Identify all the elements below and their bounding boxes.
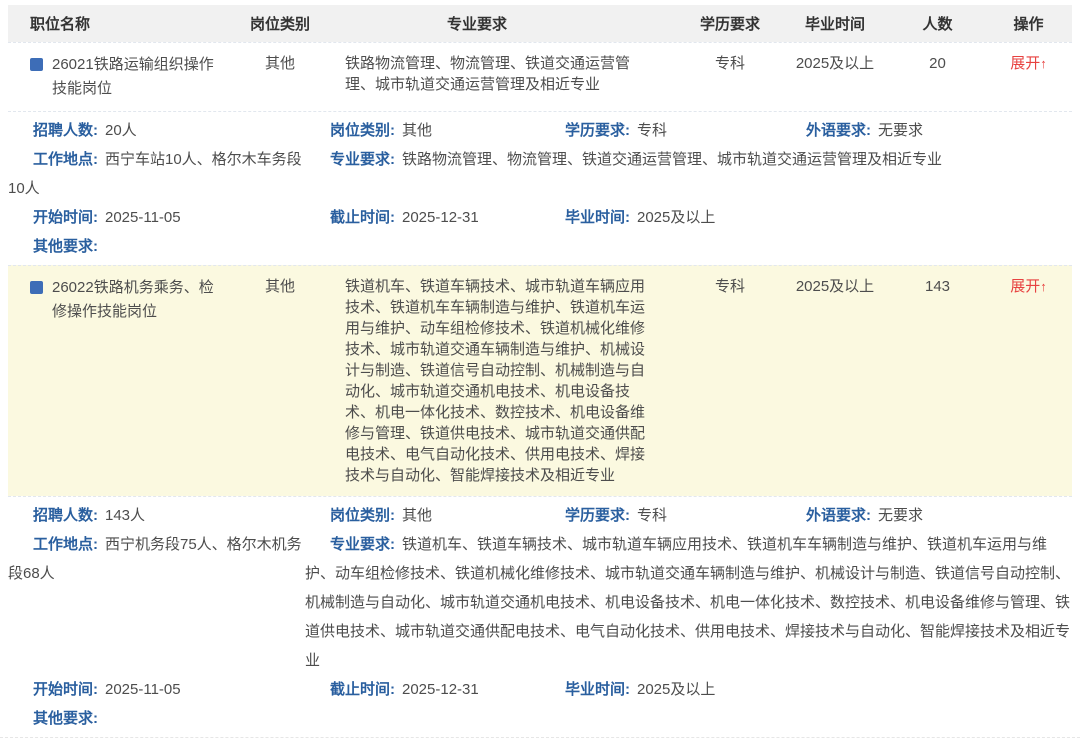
expand-link[interactable]: 展开↑ — [1010, 278, 1047, 295]
field-label: 招聘人数: — [33, 122, 98, 139]
detail-location: 工作地点:西宁车站10人、格尔木车务段10人 — [8, 145, 305, 203]
field-value: 其他 — [402, 507, 432, 524]
detail-major: 专业要求:铁道机车、铁道车辆技术、城市轨道车辆应用技术、铁道机车车辆制造与维护、… — [305, 530, 1072, 675]
detail-education: 学历要求: 专科 — [540, 501, 778, 530]
field-label: 工作地点: — [33, 151, 98, 168]
detail-foreign-lang: 外语要求: 无要求 — [778, 116, 1072, 145]
detail-start-time: 开始时间: 2025-11-05 — [8, 675, 305, 704]
field-value: 无要求 — [878, 122, 923, 139]
detail-location: 工作地点:西宁机务段75人、格尔木机务段68人 — [8, 530, 305, 588]
expand-arrow-icon: ↑ — [1040, 56, 1047, 71]
field-value: 2025及以上 — [637, 681, 715, 698]
field-value: 143人 — [105, 507, 145, 524]
field-label: 毕业时间: — [565, 681, 630, 698]
field-value: 2025-11-05 — [105, 681, 181, 698]
detail-end-time: 截止时间: 2025-12-31 — [305, 203, 540, 232]
field-value: 2025-12-31 — [402, 681, 479, 698]
job-title: 26022铁路机务乘务、检修操作技能岗位 — [52, 276, 222, 324]
job-category: 其他 — [230, 276, 330, 298]
job-title-cell: 26021铁路运输组织操作技能岗位 — [8, 53, 230, 101]
detail-recruit-count: 招聘人数: 20人 — [8, 116, 305, 145]
field-label: 学历要求: — [565, 507, 630, 524]
field-label: 开始时间: — [33, 681, 98, 698]
col-header-job-title: 职位名称 — [8, 13, 230, 34]
field-label: 学历要求: — [565, 122, 630, 139]
row-checkbox[interactable] — [30, 281, 43, 294]
field-label: 截止时间: — [330, 681, 395, 698]
job-headcount: 143 — [890, 276, 985, 298]
field-label: 招聘人数: — [33, 507, 98, 524]
field-label: 工作地点: — [33, 536, 98, 553]
field-value: 2025-12-31 — [402, 209, 479, 226]
field-label: 外语要求: — [806, 122, 871, 139]
col-header-headcount: 人数 — [890, 13, 985, 34]
detail-start-time: 开始时间: 2025-11-05 — [8, 203, 305, 232]
field-label: 专业要求: — [330, 151, 395, 168]
field-label: 开始时间: — [33, 209, 98, 226]
detail-major: 专业要求: 铁路物流管理、物流管理、铁道交通运营管理、城市轨道交通运营管理及相近专… — [305, 145, 1072, 174]
expand-label: 展开 — [1010, 55, 1040, 72]
field-value: 专科 — [637, 122, 667, 139]
job-category: 其他 — [230, 53, 330, 75]
row-checkbox[interactable] — [30, 58, 43, 71]
field-label: 外语要求: — [806, 507, 871, 524]
job-education: 专科 — [680, 276, 780, 298]
job-major: 铁路物流管理、物流管理、铁道交通运营管理、城市轨道交通运营管理及相近专业 — [330, 53, 680, 95]
job-grad-time: 2025及以上 — [780, 276, 890, 298]
job-listing: 26022铁路机务乘务、检修操作技能岗位 其他 铁道机车、铁道车辆技术、城市轨道… — [8, 265, 1072, 737]
field-value: 其他 — [402, 122, 432, 139]
job-major: 铁道机车、铁道车辆技术、城市轨道车辆应用技术、铁道机车车辆制造与维护、铁道机车运… — [330, 276, 680, 486]
expand-label: 展开 — [1010, 278, 1040, 295]
col-header-grad-time: 毕业时间 — [780, 13, 890, 34]
field-label: 毕业时间: — [565, 209, 630, 226]
job-table: 职位名称 岗位类别 专业要求 学历要求 毕业时间 人数 操作 26021铁路运输… — [0, 0, 1080, 738]
job-detail-panel: 招聘人数: 20人 岗位类别: 其他 学历要求: 专科 外语要求: 无要求 工作地点:西… — [8, 111, 1072, 265]
field-value: 2025-11-05 — [105, 209, 181, 226]
field-label: 岗位类别: — [330, 122, 395, 139]
table-header-row: 职位名称 岗位类别 专业要求 学历要求 毕业时间 人数 操作 — [8, 5, 1072, 42]
detail-grad-time: 毕业时间: 2025及以上 — [540, 675, 778, 704]
detail-foreign-lang: 外语要求: 无要求 — [778, 501, 1072, 530]
job-detail-panel: 招聘人数: 143人 岗位类别: 其他 学历要求: 专科 外语要求: 无要求 工作地点:… — [8, 496, 1072, 737]
job-headcount: 20 — [890, 53, 985, 75]
job-title: 26021铁路运输组织操作技能岗位 — [52, 53, 222, 101]
detail-category: 岗位类别: 其他 — [305, 116, 540, 145]
job-grad-time: 2025及以上 — [780, 53, 890, 75]
detail-other: 其他要求: — [8, 704, 305, 733]
job-title-cell: 26022铁路机务乘务、检修操作技能岗位 — [8, 276, 230, 324]
field-label: 专业要求: — [330, 536, 395, 553]
field-label: 截止时间: — [330, 209, 395, 226]
job-listing: 26021铁路运输组织操作技能岗位 其他 铁路物流管理、物流管理、铁道交通运营管… — [8, 42, 1072, 265]
field-label: 其他要求: — [33, 238, 98, 255]
detail-grad-time: 毕业时间: 2025及以上 — [540, 203, 778, 232]
job-education: 专科 — [680, 53, 780, 75]
detail-education: 学历要求: 专科 — [540, 116, 778, 145]
field-label: 其他要求: — [33, 710, 98, 727]
col-header-action: 操作 — [985, 13, 1072, 34]
field-value: 20人 — [105, 122, 137, 139]
col-header-education: 学历要求 — [680, 13, 780, 34]
detail-end-time: 截止时间: 2025-12-31 — [305, 675, 540, 704]
field-value: 2025及以上 — [637, 209, 715, 226]
detail-category: 岗位类别: 其他 — [305, 501, 540, 530]
expand-link[interactable]: 展开↑ — [1010, 55, 1047, 72]
detail-other: 其他要求: — [8, 232, 305, 261]
expand-arrow-icon: ↑ — [1040, 279, 1047, 294]
col-header-category: 岗位类别 — [230, 13, 330, 34]
job-row[interactable]: 26021铁路运输组织操作技能岗位 其他 铁路物流管理、物流管理、铁道交通运营管… — [8, 42, 1072, 111]
col-header-major: 专业要求 — [330, 13, 680, 34]
field-label: 岗位类别: — [330, 507, 395, 524]
field-value: 无要求 — [878, 507, 923, 524]
field-value: 铁道机车、铁道车辆技术、城市轨道车辆应用技术、铁道机车车辆制造与维护、铁道机车运… — [305, 536, 1070, 669]
job-row[interactable]: 26022铁路机务乘务、检修操作技能岗位 其他 铁道机车、铁道车辆技术、城市轨道… — [8, 265, 1072, 496]
detail-recruit-count: 招聘人数: 143人 — [8, 501, 305, 530]
field-value: 专科 — [637, 507, 667, 524]
field-value: 铁路物流管理、物流管理、铁道交通运营管理、城市轨道交通运营管理及相近专业 — [402, 151, 942, 168]
